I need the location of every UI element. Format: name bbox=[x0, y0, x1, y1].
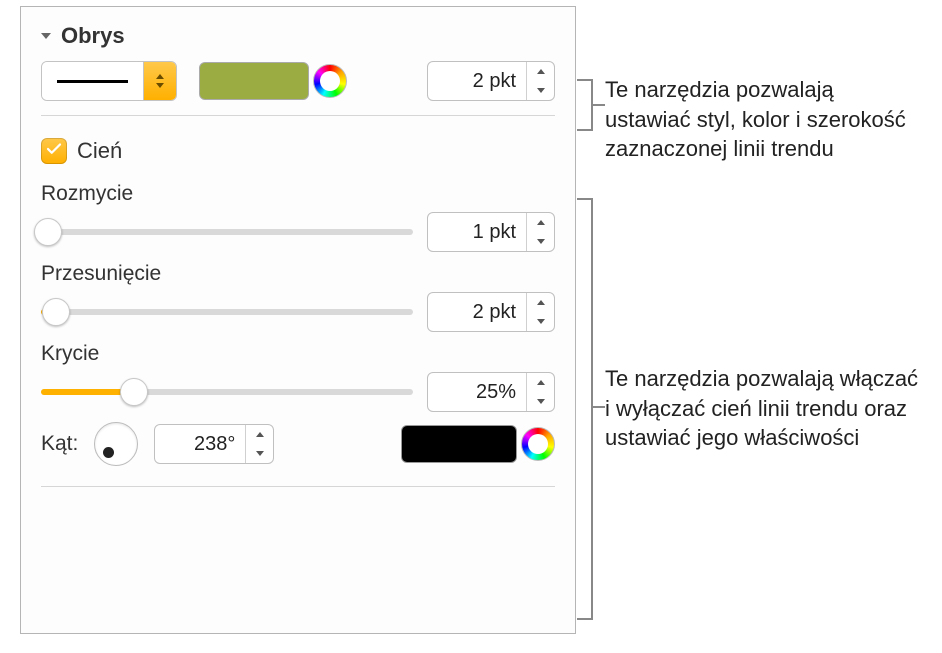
blur-value: 1 pkt bbox=[428, 213, 526, 251]
slider-thumb[interactable] bbox=[42, 298, 70, 326]
stroke-width-field[interactable]: 2 pkt bbox=[427, 61, 555, 101]
callout-stroke-text: Te narzędzia pozwalają ustawiać styl, ko… bbox=[605, 77, 906, 161]
color-wheel-icon[interactable] bbox=[521, 427, 555, 461]
stroke-style-stepper[interactable] bbox=[144, 62, 176, 100]
chevron-up-icon bbox=[256, 432, 264, 437]
shadow-color-group bbox=[401, 425, 555, 463]
chevron-down-icon bbox=[537, 239, 545, 244]
opacity-slider[interactable] bbox=[41, 377, 413, 407]
stroke-color-well[interactable] bbox=[199, 62, 309, 100]
blur-field[interactable]: 1 pkt bbox=[427, 212, 555, 252]
opacity-value: 25% bbox=[428, 373, 526, 411]
callout-stroke: Te narzędzia pozwalają ustawiać styl, ko… bbox=[585, 75, 925, 164]
chevron-down-icon bbox=[156, 83, 164, 88]
shadow-color-well[interactable] bbox=[401, 425, 517, 463]
divider bbox=[41, 486, 555, 487]
color-wheel-icon[interactable] bbox=[313, 64, 347, 98]
angle-value: 238° bbox=[155, 425, 245, 463]
offset-value: 2 pkt bbox=[428, 293, 526, 331]
slider-thumb[interactable] bbox=[34, 218, 62, 246]
divider bbox=[41, 115, 555, 116]
opacity-block: Krycie 25% bbox=[41, 342, 555, 412]
stroke-controls-row: 2 pkt bbox=[41, 61, 555, 101]
opacity-field[interactable]: 25% bbox=[427, 372, 555, 412]
chevron-up-icon bbox=[537, 220, 545, 225]
blur-stepper[interactable] bbox=[526, 213, 554, 251]
angle-stepper[interactable] bbox=[245, 425, 273, 463]
shadow-checkbox[interactable] bbox=[41, 138, 67, 164]
chevron-up-icon bbox=[537, 380, 545, 385]
angle-field[interactable]: 238° bbox=[154, 424, 274, 464]
offset-stepper[interactable] bbox=[526, 293, 554, 331]
stroke-color-group bbox=[199, 62, 347, 100]
slider-track bbox=[41, 309, 413, 315]
blur-block: Rozmycie 1 pkt bbox=[41, 182, 555, 252]
angle-dial[interactable] bbox=[94, 422, 138, 466]
slider-track bbox=[41, 229, 413, 235]
chevron-up-icon bbox=[156, 74, 164, 79]
offset-field[interactable]: 2 pkt bbox=[427, 292, 555, 332]
opacity-stepper[interactable] bbox=[526, 373, 554, 411]
chevron-down-icon bbox=[537, 88, 545, 93]
blur-label: Rozmycie bbox=[41, 182, 555, 206]
shadow-label: Cień bbox=[77, 138, 122, 164]
chevron-down-icon bbox=[256, 451, 264, 456]
disclosure-triangle-icon bbox=[41, 33, 51, 39]
stroke-section-title: Obrys bbox=[61, 23, 125, 49]
chevron-up-icon bbox=[537, 69, 545, 74]
offset-slider[interactable] bbox=[41, 297, 413, 327]
angle-indicator-icon bbox=[103, 447, 114, 458]
stroke-width-stepper[interactable] bbox=[526, 62, 554, 100]
stroke-style-preview bbox=[42, 62, 144, 100]
stroke-style-popup[interactable] bbox=[41, 61, 177, 101]
check-icon bbox=[45, 140, 63, 163]
offset-label: Przesunięcie bbox=[41, 262, 555, 286]
slider-thumb[interactable] bbox=[120, 378, 148, 406]
callout-shadow-text: Te narzędzia pozwalają włączać i wyłącza… bbox=[605, 366, 918, 450]
shadow-checkbox-row: Cień bbox=[41, 138, 555, 164]
angle-label: Kąt: bbox=[41, 432, 78, 456]
inspector-panel: Obrys 2 pkt bbox=[20, 6, 576, 634]
opacity-label: Krycie bbox=[41, 342, 555, 366]
stroke-section-header[interactable]: Obrys bbox=[41, 23, 555, 49]
stroke-width-value: 2 pkt bbox=[428, 62, 526, 100]
chevron-down-icon bbox=[537, 399, 545, 404]
angle-row: Kąt: 238° bbox=[41, 422, 555, 466]
blur-slider[interactable] bbox=[41, 217, 413, 247]
line-icon bbox=[57, 80, 128, 83]
callouts: Te narzędzia pozwalają ustawiać styl, ko… bbox=[585, 75, 925, 653]
chevron-up-icon bbox=[537, 300, 545, 305]
offset-block: Przesunięcie 2 pkt bbox=[41, 262, 555, 332]
chevron-down-icon bbox=[537, 319, 545, 324]
callout-shadow: Te narzędzia pozwalają włączać i wyłącza… bbox=[585, 364, 925, 453]
